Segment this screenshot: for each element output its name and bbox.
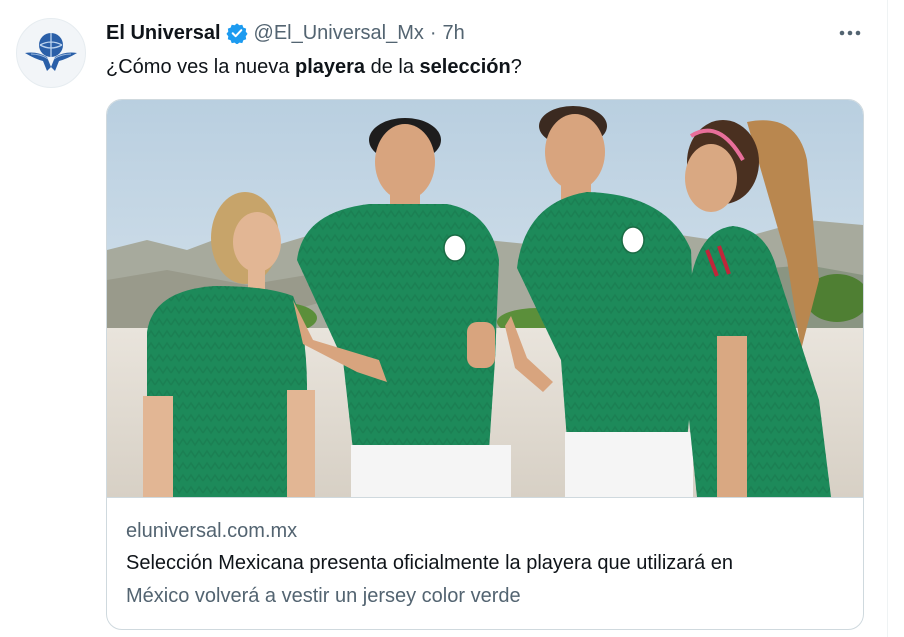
tweet-text-part: ¿Cómo ves la nueva [106,56,295,78]
link-card[interactable]: eluniversal.com.mx Selección Mexicana pr… [106,99,864,630]
card-image [107,100,863,498]
timeline-divider [887,0,888,637]
handle[interactable]: @El_Universal_Mx [254,22,424,45]
card-description: México volverá a vestir un jersey color … [126,585,521,607]
avatar[interactable] [16,18,86,88]
eagle-globe-logo-icon [25,33,77,71]
tweet-text-bold-seleccion: selección [419,56,511,78]
verified-badge-icon [225,22,248,44]
tweet-header: El Universal @El_Universal_Mx · 7h [106,19,465,47]
card-title: Selección Mexicana presenta oficialmente… [126,552,734,574]
display-name[interactable]: El Universal [106,22,221,45]
tweet-text-bold-playera: playera [294,56,366,78]
tweet-text: ¿Cómo ves la nueva playera de la selecci… [106,53,522,81]
separator-dot: · [429,21,437,44]
tweet-text-part: de la [365,56,420,78]
tweet-text-part: ? [510,56,522,78]
timestamp[interactable]: 7h [443,22,465,45]
card-domain: eluniversal.com.mx [126,520,298,542]
more-dots-icon[interactable] [835,20,865,46]
